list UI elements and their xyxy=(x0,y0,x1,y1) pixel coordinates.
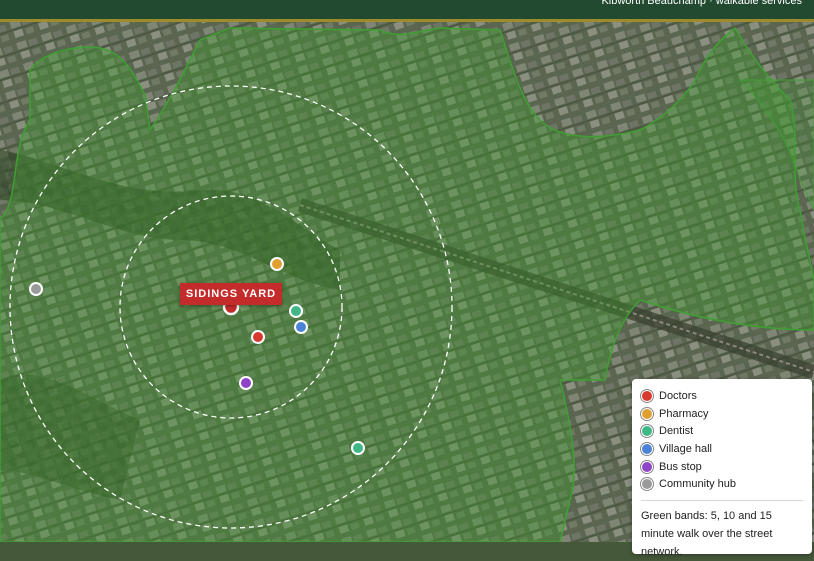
legend-item-bus-stop: Bus stop xyxy=(641,458,803,476)
legend-item-doctors: Doctors xyxy=(641,387,803,405)
legend-label: Dentist xyxy=(659,425,694,438)
pharmacy-marker[interactable] xyxy=(270,257,284,271)
community-hub-legend-icon xyxy=(641,478,653,491)
doctors-legend-icon xyxy=(641,389,653,402)
legend-item-dentist: Dentist xyxy=(641,422,803,440)
dentist-marker-2[interactable] xyxy=(351,441,365,455)
legend-label: Village hall xyxy=(659,442,713,455)
header-title: Kibworth Beauchamp · walkable services xyxy=(601,0,802,7)
legend-item-pharmacy: Pharmacy xyxy=(641,405,803,423)
header-bar: Kibworth Beauchamp · walkable services xyxy=(0,0,814,22)
village-hall-legend-icon xyxy=(641,442,653,455)
legend-label: Community hub xyxy=(659,478,737,491)
map-legend: Doctors Pharmacy Dentist Village hall Bu… xyxy=(632,379,812,558)
bus-stop-marker[interactable] xyxy=(239,376,253,390)
community-hub-marker[interactable] xyxy=(29,282,43,296)
village-hall-marker[interactable] xyxy=(294,320,308,334)
legend-label: Doctors xyxy=(659,389,697,402)
legend-label: Bus stop xyxy=(659,460,702,473)
doctors-marker[interactable] xyxy=(251,330,265,344)
legend-label: Pharmacy xyxy=(659,407,709,420)
dentist-legend-icon xyxy=(641,425,653,438)
legend-note: Green bands: 5, 10 and 15 minute walk ov… xyxy=(641,510,773,559)
legend-divider xyxy=(641,500,803,502)
legend-item-village-hall: Village hall xyxy=(641,440,803,458)
dentist-marker[interactable] xyxy=(289,304,303,318)
pharmacy-legend-icon xyxy=(641,407,653,420)
bus-stop-legend-icon xyxy=(641,460,653,473)
legend-item-community-hub: Community hub xyxy=(641,475,803,493)
site-label[interactable]: SIDINGS YARD xyxy=(180,283,282,305)
